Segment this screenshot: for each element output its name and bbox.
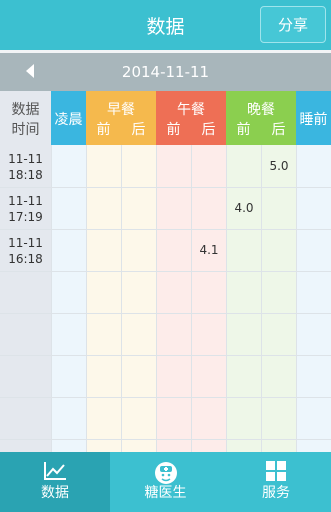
- top-bar: 数据 分享: [0, 0, 331, 50]
- value-cell[interactable]: 5.0: [262, 159, 296, 173]
- tab-label: 数据: [41, 485, 69, 501]
- dinner-after-label: 后: [271, 122, 286, 138]
- tab-service[interactable]: 服务: [221, 452, 331, 512]
- tab-label: 服务: [262, 485, 290, 501]
- table-row-time: 11-11 17:19: [8, 194, 43, 224]
- bedtime-header: 睡前: [296, 91, 331, 145]
- lunch-after-label: 后: [201, 122, 216, 138]
- lunch-before-label: 前: [166, 122, 181, 138]
- lunch-header: 午餐 前后: [156, 91, 226, 145]
- data-table: 数据 时间 凌晨 早餐 前后 午餐 前后 晚餐 前后 睡前 11-11 18:18…: [0, 91, 331, 452]
- tab-label: 糖医生: [144, 485, 187, 501]
- time-header: 数据 时间: [0, 91, 51, 145]
- breakfast-before-label: 前: [96, 122, 111, 138]
- date-navigation: 2014-11-11: [0, 53, 331, 91]
- table-row-time: 11-11 18:18: [8, 152, 43, 182]
- value-cell[interactable]: 4.0: [227, 201, 261, 215]
- dawn-header: 凌晨: [51, 91, 86, 145]
- table-row-time: 11-11 16:18: [8, 236, 43, 266]
- line-chart-icon: [44, 462, 66, 480]
- tab-data[interactable]: 数据: [0, 452, 110, 512]
- breakfast-header: 早餐 前后: [86, 91, 156, 145]
- grid-icon: [266, 461, 286, 481]
- tab-doctor[interactable]: 糖医生: [110, 452, 221, 512]
- dinner-before-label: 前: [236, 122, 251, 138]
- value-cell[interactable]: 4.1: [192, 243, 226, 257]
- current-date: 2014-11-11: [121, 63, 210, 81]
- bottom-tab-bar: 数据 糖医生 服务: [0, 452, 331, 512]
- share-button[interactable]: 分享: [260, 6, 326, 43]
- dinner-header: 晚餐 前后: [226, 91, 296, 145]
- breakfast-after-label: 后: [131, 122, 146, 138]
